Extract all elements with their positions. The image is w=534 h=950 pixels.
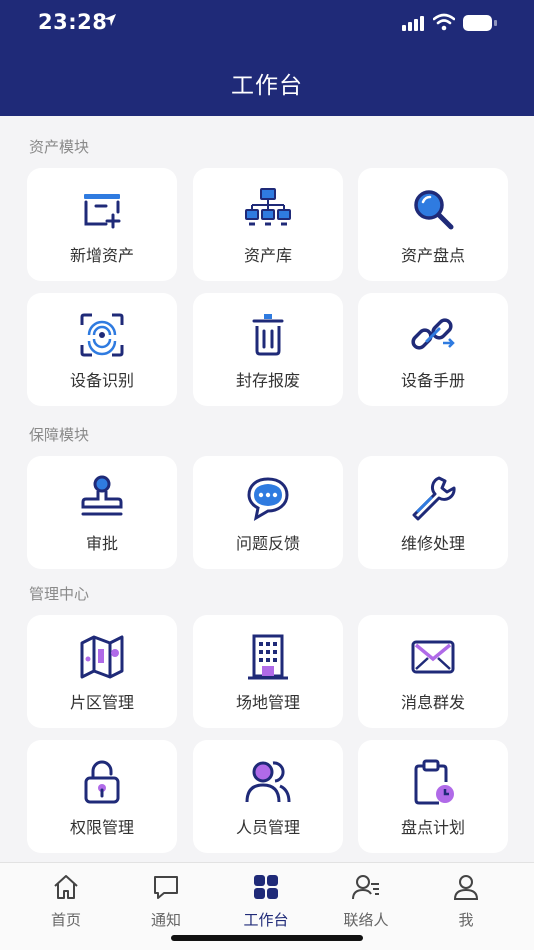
approval-label: 审批 [85, 534, 118, 553]
seal-scrap-label: 封存报废 [235, 371, 300, 390]
asset-network-icon [245, 188, 291, 226]
map-icon [80, 635, 124, 679]
battery-icon [463, 15, 497, 31]
device-manual-label: 设备手册 [400, 371, 465, 390]
contacts-icon [352, 875, 379, 900]
seal-scrap-card[interactable]: 封存报废 [193, 293, 343, 406]
add-asset-icon [84, 194, 121, 229]
users-icon [245, 761, 291, 803]
mass-message-label: 消息群发 [400, 693, 465, 712]
tab-home-label: 首页 [50, 911, 81, 929]
asset-library-card[interactable]: 资产库 [193, 168, 343, 281]
person-icon [453, 875, 479, 900]
repair-label: 维修处理 [400, 534, 465, 553]
add-asset-label: 新增资产 [69, 246, 134, 265]
repair-card[interactable]: 维修处理 [358, 456, 508, 569]
section-title-assets: 资产模块 [29, 138, 90, 156]
venue-management-label: 场地管理 [235, 693, 300, 712]
mass-message-card[interactable]: 消息群发 [358, 615, 508, 728]
device-recognition-label: 设备识别 [69, 371, 134, 390]
tab-workbench[interactable]: 工作台 [216, 873, 316, 930]
tab-contacts[interactable]: 联络人 [316, 873, 416, 930]
lock-icon [84, 760, 120, 804]
tab-notifications[interactable]: 通知 [116, 873, 216, 930]
envelope-icon [411, 640, 455, 674]
section-title-management: 管理中心 [29, 585, 90, 603]
workbench-content: 资产模块 新增资产 资产库 资产盘点 设备识别 封存报废 设备手册 保障模块 审… [0, 116, 534, 862]
asset-library-label: 资产库 [243, 246, 292, 265]
device-recognition-card[interactable]: 设备识别 [27, 293, 177, 406]
feedback-card[interactable]: 问题反馈 [193, 456, 343, 569]
page-title: 工作台 [231, 73, 303, 99]
tab-workbench-label: 工作台 [243, 911, 289, 929]
area-management-card[interactable]: 片区管理 [27, 615, 177, 728]
device-manual-card[interactable]: 设备手册 [358, 293, 508, 406]
link-icon [411, 318, 455, 350]
location-arrow-icon [104, 14, 116, 26]
staff-management-card[interactable]: 人员管理 [193, 740, 343, 853]
inventory-plan-label: 盘点计划 [400, 818, 465, 837]
tab-me[interactable]: 我 [416, 873, 516, 930]
scan-icon [80, 313, 124, 357]
grid-icon [254, 875, 278, 899]
approval-card[interactable]: 审批 [27, 456, 177, 569]
tab-notifications-label: 通知 [150, 911, 181, 929]
add-asset-card[interactable]: 新增资产 [27, 168, 177, 281]
building-icon [248, 634, 288, 680]
tab-contacts-label: 联络人 [343, 911, 389, 929]
asset-inventory-label: 资产盘点 [400, 246, 465, 265]
area-management-label: 片区管理 [69, 693, 134, 712]
tab-me-label: 我 [458, 911, 474, 929]
header-bar: 23:28 工作台 [0, 0, 534, 116]
venue-management-card[interactable]: 场地管理 [193, 615, 343, 728]
cellular-signal-icon [402, 16, 424, 31]
wifi-icon [433, 13, 455, 31]
staff-management-label: 人员管理 [235, 818, 300, 837]
tab-home[interactable]: 首页 [16, 873, 116, 930]
clipboard-clock-icon [414, 759, 454, 805]
wrench-icon [412, 476, 456, 521]
stamp-icon [81, 475, 123, 516]
permission-management-label: 权限管理 [69, 818, 134, 837]
feedback-label: 问题反馈 [235, 534, 300, 553]
home-icon [54, 875, 78, 899]
chat-bubble-icon [247, 477, 289, 521]
inventory-plan-card[interactable]: 盘点计划 [358, 740, 508, 853]
status-bar: 23:28 [0, 0, 534, 46]
asset-inventory-card[interactable]: 资产盘点 [358, 168, 508, 281]
trash-icon [252, 314, 284, 356]
section-title-support: 保障模块 [29, 426, 90, 444]
magnifier-icon [414, 190, 454, 230]
status-time: 23:28 [38, 10, 108, 34]
message-icon [154, 876, 178, 899]
home-indicator[interactable] [171, 935, 363, 941]
permission-management-card[interactable]: 权限管理 [27, 740, 177, 853]
